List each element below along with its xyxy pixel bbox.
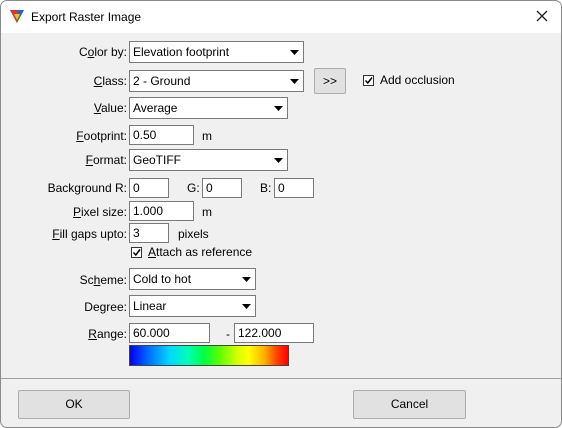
class-select[interactable]: 2 - Ground: [129, 70, 304, 92]
fill-gaps-unit: pixels: [178, 227, 209, 241]
value-label: Value:: [93, 101, 127, 115]
pixel-size-label: Pixel size:: [72, 205, 127, 219]
color-by-label: Color by:: [78, 45, 127, 59]
cancel-button[interactable]: Cancel: [353, 390, 466, 419]
degree-select[interactable]: Linear: [129, 295, 256, 317]
degree-value: Linear: [133, 299, 167, 313]
footprint-input[interactable]: 0.50: [129, 125, 194, 145]
class-more-button[interactable]: >>: [314, 68, 346, 94]
chevron-down-icon: [270, 99, 286, 117]
value-value: Average: [133, 101, 178, 115]
close-icon: [536, 10, 548, 22]
format-value: GeoTIFF: [133, 153, 182, 167]
class-label: Class:: [93, 74, 127, 88]
fill-gaps-label: Fill gaps upto:: [52, 227, 127, 241]
degree-label: Degree:: [84, 300, 127, 314]
background-g-label: G:: [187, 181, 200, 195]
color-by-select[interactable]: Elevation footprint: [129, 41, 304, 63]
format-label: Format:: [85, 153, 127, 167]
title-bar: Export Raster Image: [1, 1, 561, 33]
scheme-select[interactable]: Cold to hot: [129, 268, 256, 290]
range-max-input[interactable]: 122.000: [234, 323, 314, 343]
chevron-down-icon: [286, 43, 302, 61]
color-scale-bar: [129, 345, 289, 366]
close-button[interactable]: [529, 5, 555, 27]
window-title: Export Raster Image: [31, 10, 142, 24]
chevron-down-icon: [270, 151, 286, 169]
add-occlusion-label: Add occlusion: [380, 73, 455, 87]
range-dash: -: [226, 327, 230, 341]
ok-button[interactable]: OK: [18, 390, 130, 419]
attach-reference-checkbox[interactable]: [131, 247, 142, 258]
footer-separator: [1, 378, 561, 379]
color-by-value: Elevation footprint: [133, 45, 230, 59]
range-min-input[interactable]: 60.000: [129, 323, 210, 343]
checkmark-icon: [132, 249, 141, 257]
pixel-size-input[interactable]: 1.000: [129, 201, 194, 221]
checkmark-icon: [364, 77, 373, 85]
scheme-value: Cold to hot: [133, 272, 192, 286]
background-b-input[interactable]: 0: [274, 178, 314, 198]
background-g-input[interactable]: 0: [202, 178, 242, 198]
footprint-unit: m: [202, 129, 212, 143]
scheme-label: Scheme:: [79, 273, 127, 287]
background-b-label: B:: [260, 181, 272, 195]
format-select[interactable]: GeoTIFF: [129, 149, 288, 171]
background-r-label: Background R:: [47, 181, 127, 195]
range-label: Range:: [88, 327, 127, 341]
value-select[interactable]: Average: [129, 97, 288, 119]
export-raster-dialog: Export Raster Image Color by: Elevation …: [0, 0, 562, 428]
class-value: 2 - Ground: [133, 74, 191, 88]
fill-gaps-input[interactable]: 3: [129, 223, 169, 243]
chevron-down-icon: [286, 72, 302, 90]
add-occlusion-checkbox[interactable]: [363, 75, 374, 86]
footprint-label: Footprint:: [76, 129, 127, 143]
attach-reference-label: Attach as reference: [148, 245, 253, 259]
pixel-size-unit: m: [202, 205, 212, 219]
background-r-input[interactable]: 0: [129, 178, 169, 198]
chevron-down-icon: [238, 270, 254, 288]
triangle-palette-icon: [9, 8, 25, 24]
chevron-down-icon: [238, 297, 254, 315]
